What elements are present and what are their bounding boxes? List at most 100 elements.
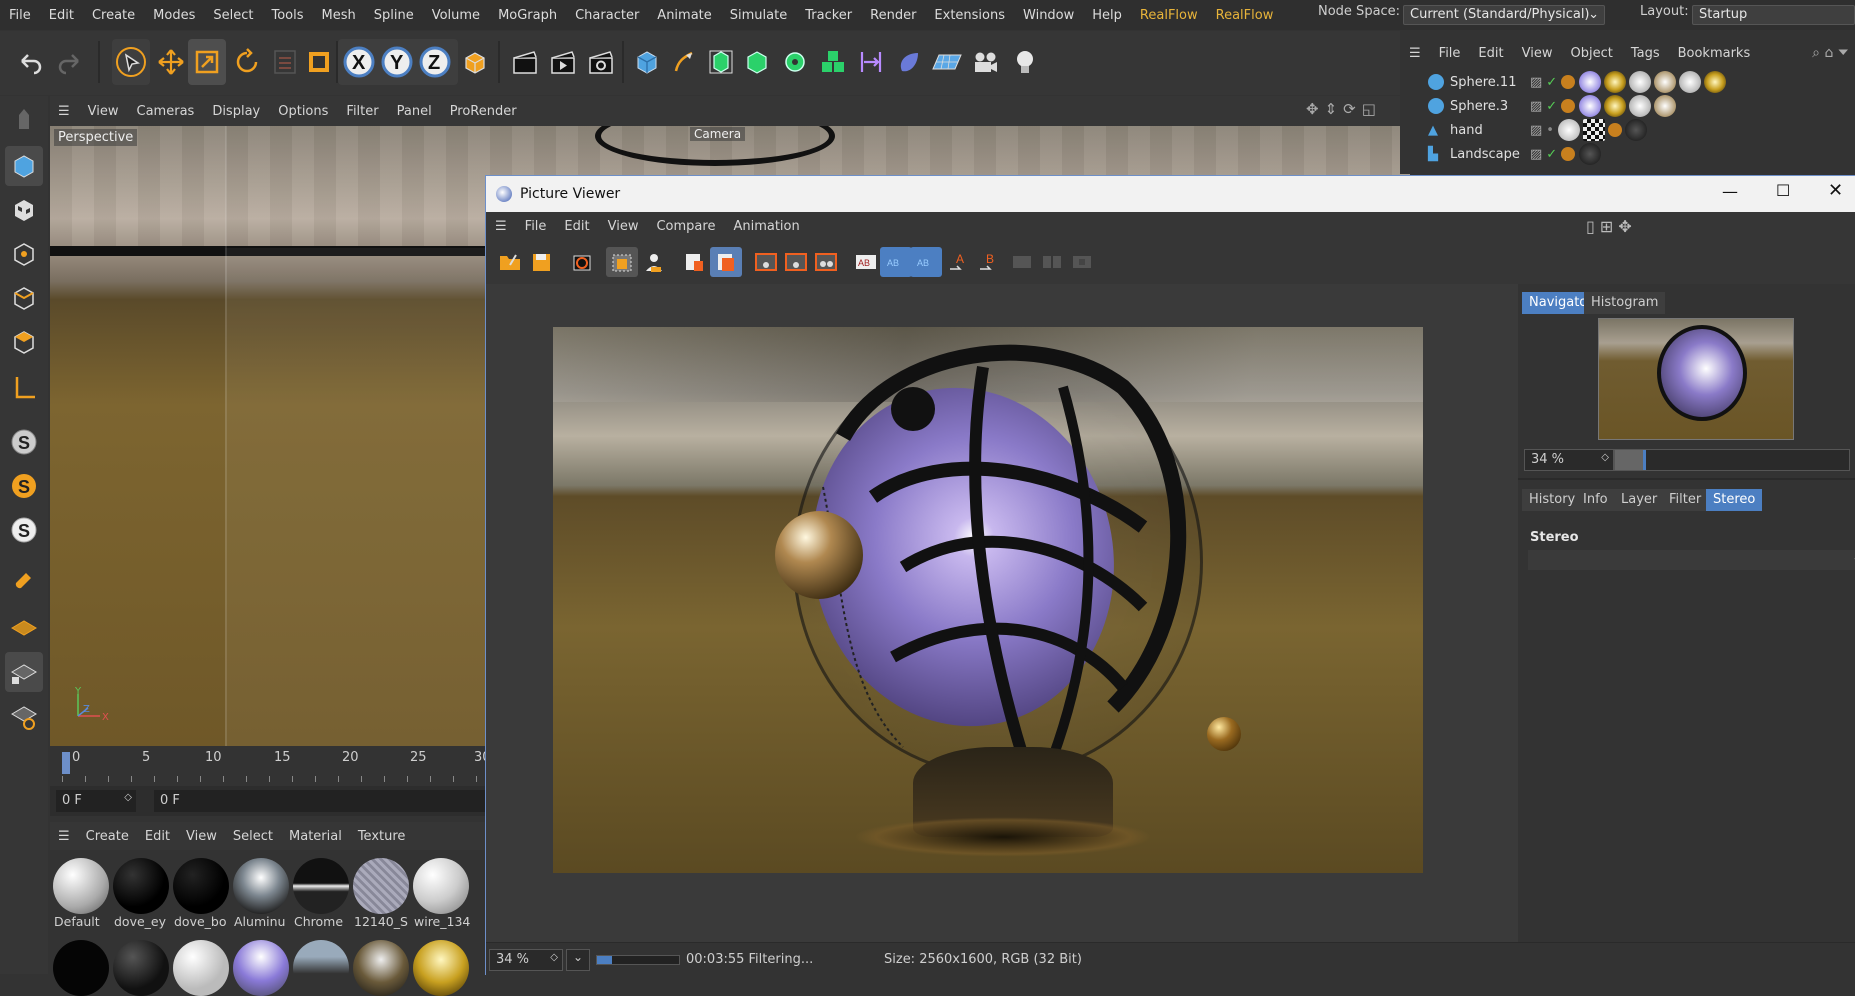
vp-menu-filter[interactable]: Filter xyxy=(337,104,387,119)
vp-menu-prorender[interactable]: ProRender xyxy=(441,104,526,119)
material-swatch[interactable]: wire_134 xyxy=(412,858,470,929)
material-tag[interactable] xyxy=(1704,71,1727,93)
material-tag[interactable] xyxy=(1579,95,1602,117)
select-tool-button[interactable] xyxy=(112,39,150,85)
zoom-dropdown-button[interactable]: ⌄ xyxy=(566,949,590,971)
camera-object-button[interactable] xyxy=(966,39,1004,85)
hamburger-icon[interactable]: ☰ xyxy=(50,829,78,844)
orbit-icon[interactable]: ⟳ xyxy=(1343,100,1356,122)
planar-workplane-button[interactable] xyxy=(5,696,43,736)
checker-tag[interactable] xyxy=(1582,119,1605,141)
menu-extensions[interactable]: Extensions xyxy=(925,8,1014,23)
material-tag[interactable] xyxy=(1654,95,1677,117)
layout-toggle-icons[interactable]: ▯ ⊞ ✥ xyxy=(1586,217,1632,236)
status-zoom-field[interactable]: 34 % ◇ xyxy=(489,949,563,971)
start-frame-field[interactable]: 0 F ◇ xyxy=(56,790,136,812)
menu-character[interactable]: Character xyxy=(566,8,648,23)
timeline-playhead[interactable] xyxy=(62,752,70,774)
pv-menu-edit[interactable]: Edit xyxy=(555,219,598,234)
pv-menu-animation[interactable]: Animation xyxy=(724,219,808,234)
pen-tool-button[interactable] xyxy=(664,39,702,85)
undo-button[interactable] xyxy=(10,39,48,85)
rotate-tool-button[interactable] xyxy=(228,39,266,85)
menu-select[interactable]: Select xyxy=(204,8,262,23)
search-icon[interactable]: ⌕ ⌂ ⏷ xyxy=(1812,45,1855,61)
material-swatch[interactable] xyxy=(292,940,350,996)
open-file-button[interactable] xyxy=(494,247,526,277)
maximize-icon[interactable]: ☐ xyxy=(1776,181,1790,200)
redo-button[interactable] xyxy=(52,39,90,85)
field-button[interactable] xyxy=(890,39,928,85)
cube-object-button[interactable] xyxy=(628,39,666,85)
points-mode-button[interactable] xyxy=(5,234,43,274)
menu-mograph[interactable]: MoGraph xyxy=(489,8,566,23)
object-row-sphere-11[interactable]: Sphere.11 ▨ ✓ xyxy=(1428,70,1848,94)
object-mode-button[interactable] xyxy=(5,146,43,186)
hamburger-icon[interactable]: ☰ xyxy=(1400,46,1430,61)
render-to-picture-viewer-button[interactable] xyxy=(544,39,582,85)
material-tag[interactable] xyxy=(1629,95,1652,117)
mat-menu-view[interactable]: View xyxy=(178,829,225,844)
menu-animate[interactable]: Animate xyxy=(648,8,720,23)
menu-edit[interactable]: Edit xyxy=(40,8,83,23)
area-render-button[interactable] xyxy=(606,247,638,277)
om-menu-edit[interactable]: Edit xyxy=(1469,46,1512,61)
set-b-button[interactable] xyxy=(780,247,812,277)
scale-tool-button[interactable] xyxy=(188,39,226,85)
close-icon[interactable]: ✕ xyxy=(1828,180,1843,201)
mat-menu-edit[interactable]: Edit xyxy=(137,829,178,844)
tab-histogram[interactable]: Histogram xyxy=(1584,292,1666,314)
delete-image-button[interactable] xyxy=(678,247,710,277)
navigator-thumbnail[interactable] xyxy=(1598,318,1794,440)
menu-render[interactable]: Render xyxy=(861,8,925,23)
om-menu-object[interactable]: Object xyxy=(1561,46,1621,61)
object-row-sphere-3[interactable]: Sphere.3 ▨ ✓ xyxy=(1428,94,1848,118)
extrude-button[interactable] xyxy=(738,39,776,85)
material-swatch[interactable]: dove_bo xyxy=(172,858,230,929)
side-by-side-button[interactable] xyxy=(1036,247,1068,277)
vp-menu-panel[interactable]: Panel xyxy=(388,104,441,119)
material-tag[interactable] xyxy=(1629,71,1652,93)
locked-workplane-button[interactable] xyxy=(5,652,43,692)
cloner-button[interactable] xyxy=(776,39,814,85)
x-axis-button[interactable]: X xyxy=(340,39,378,85)
material-tag[interactable] xyxy=(1604,95,1627,117)
vp-menu-view[interactable]: View xyxy=(79,104,128,119)
phong-tag-icon[interactable] xyxy=(1561,75,1576,89)
swap-button[interactable] xyxy=(1006,247,1038,277)
edges-mode-button[interactable] xyxy=(5,278,43,318)
menu-modes[interactable]: Modes xyxy=(144,8,204,23)
dolly-icon[interactable]: ⇕ xyxy=(1325,100,1338,122)
tab-info[interactable]: Info xyxy=(1576,489,1615,511)
world-coordinates-button[interactable] xyxy=(456,39,494,85)
minimize-icon[interactable]: — xyxy=(1722,182,1738,201)
material-tag[interactable] xyxy=(1579,143,1602,165)
visibility-toggle-icon[interactable]: ▨ xyxy=(1530,147,1542,162)
vp-menu-cameras[interactable]: Cameras xyxy=(128,104,204,119)
timeline[interactable]: 0 5 10 15 20 25 30 xyxy=(50,746,492,786)
tab-stereo[interactable]: Stereo xyxy=(1706,489,1763,511)
subdivision-surface-button[interactable] xyxy=(702,39,740,85)
camera-label[interactable]: Camera xyxy=(690,127,746,141)
mat-menu-create[interactable]: Create xyxy=(78,829,137,844)
render-settings-button[interactable] xyxy=(582,39,620,85)
save-button[interactable] xyxy=(526,247,558,277)
magnet-button[interactable] xyxy=(5,560,43,600)
snap-settings-button[interactable]: S xyxy=(5,466,43,506)
om-menu-bookmarks[interactable]: Bookmarks xyxy=(1669,46,1760,61)
material-swatch[interactable]: Aluminu xyxy=(232,858,290,929)
enabled-check-icon[interactable]: ✓ xyxy=(1546,75,1557,90)
material-swatch[interactable] xyxy=(52,940,110,996)
om-menu-view[interactable]: View xyxy=(1513,46,1562,61)
enabled-check-icon[interactable]: ✓ xyxy=(1546,147,1557,162)
menu-realflow-1[interactable]: RealFlow xyxy=(1131,8,1207,23)
zoom-slider-handle[interactable] xyxy=(1643,450,1647,470)
phong-tag-icon[interactable] xyxy=(1561,99,1576,113)
enabled-check-icon[interactable]: ✓ xyxy=(1546,99,1557,114)
visibility-toggle-icon[interactable]: ▨ xyxy=(1530,75,1542,90)
om-menu-tags[interactable]: Tags xyxy=(1622,46,1669,61)
menu-tracker[interactable]: Tracker xyxy=(796,8,861,23)
ab-split-button[interactable]: AB xyxy=(880,247,912,277)
set-as-b-button[interactable]: B xyxy=(974,247,1006,277)
pv-menu-view[interactable]: View xyxy=(599,219,648,234)
